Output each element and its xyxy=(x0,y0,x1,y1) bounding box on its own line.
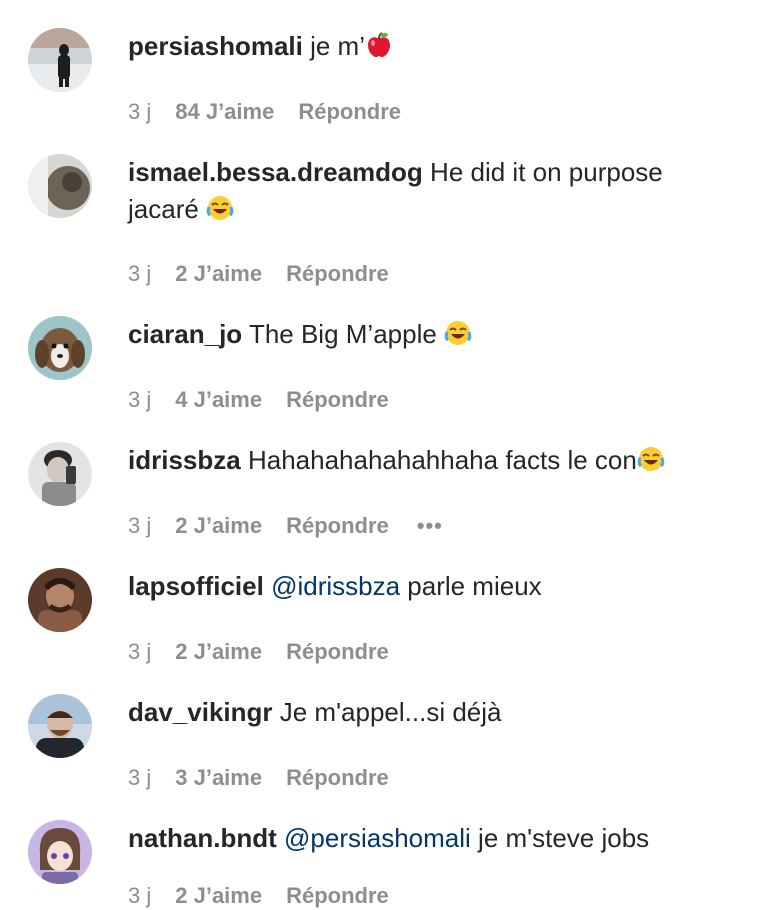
comment-meta: 3 j 84 J’aime Répondre xyxy=(128,98,401,126)
comment-username[interactable]: ismael.bessa.dreamdog xyxy=(128,157,423,187)
comment-meta: 3 j 2 J’aime Répondre xyxy=(128,260,389,288)
comment-username[interactable]: ciaran_jo xyxy=(128,319,242,349)
comment-text: nathan.bndt @persiashomali je m'steve jo… xyxy=(128,820,740,857)
avatar[interactable] xyxy=(28,820,92,884)
comment-text: idrissbza Hahahahahahahhaha facts le con xyxy=(128,442,740,479)
likes-count[interactable]: 2 J’aime xyxy=(175,883,262,909)
likes-count[interactable]: 4 J’aime xyxy=(175,387,262,413)
likes-count[interactable]: 3 J’aime xyxy=(175,765,262,791)
reply-button[interactable]: Répondre xyxy=(286,513,389,539)
comment-body: je m’ xyxy=(310,31,365,61)
joy-emoji-icon xyxy=(637,445,665,473)
comment-username[interactable]: persiashomali xyxy=(128,31,303,61)
likes-count[interactable]: 2 J’aime xyxy=(175,513,262,539)
comment-username[interactable]: lapsofficiel xyxy=(128,571,264,601)
comment-text: dav_vikingr Je m'appel...si déjà xyxy=(128,694,740,731)
comment-time: 3 j xyxy=(128,765,152,790)
comment-username[interactable]: dav_vikingr xyxy=(128,697,273,727)
comment-time: 3 j xyxy=(128,513,152,538)
comment-body: Je m'appel...si déjà xyxy=(279,697,502,727)
comment-body: parle mieux xyxy=(400,571,542,601)
avatar[interactable] xyxy=(28,568,92,632)
comment-meta: 3 j 2 J’aime Répondre xyxy=(128,882,389,910)
comment-time: 3 j xyxy=(128,387,152,412)
reply-button[interactable]: Répondre xyxy=(298,99,401,125)
comment-username[interactable]: idrissbza xyxy=(128,445,241,475)
reply-button[interactable]: Répondre xyxy=(286,261,389,287)
avatar[interactable] xyxy=(28,154,92,218)
comment-text: ciaran_jo The Big M’apple xyxy=(128,316,740,353)
comment-time: 3 j xyxy=(128,99,152,124)
comment-body: The Big M’apple xyxy=(248,319,437,349)
comment-text: lapsofficiel @idrissbza parle mieux xyxy=(128,568,740,605)
joy-emoji-icon xyxy=(206,194,234,222)
comment-username[interactable]: nathan.bndt xyxy=(128,823,277,853)
reply-button[interactable]: Répondre xyxy=(286,883,389,909)
likes-count[interactable]: 2 J’aime xyxy=(175,639,262,665)
comment-meta: 3 j 2 J’aime Répondre xyxy=(128,638,389,666)
reply-button[interactable]: Répondre xyxy=(286,639,389,665)
comment-body: je m'steve jobs xyxy=(470,823,650,853)
comment-meta: 3 j 3 J’aime Répondre xyxy=(128,764,389,792)
avatar[interactable] xyxy=(28,694,92,758)
comment-text: ismael.bessa.dreamdog He did it on purpo… xyxy=(128,154,740,228)
comment-meta: 3 j 4 J’aime Répondre xyxy=(128,386,389,414)
comment-meta: 3 j 2 J’aime Répondre ••• xyxy=(128,512,443,540)
avatar[interactable] xyxy=(28,442,92,506)
reply-button[interactable]: Répondre xyxy=(286,765,389,791)
avatar[interactable] xyxy=(28,316,92,380)
likes-count[interactable]: 84 J’aime xyxy=(175,99,274,125)
joy-emoji-icon xyxy=(444,319,472,347)
more-options-icon[interactable]: ••• xyxy=(417,513,443,539)
comment-time: 3 j xyxy=(128,883,152,908)
comment-body: Hahahahahahahhaha facts le con xyxy=(247,445,637,475)
comment-time: 3 j xyxy=(128,639,152,664)
avatar[interactable] xyxy=(28,28,92,92)
comment-text: persiashomali je m’ xyxy=(128,28,740,65)
mention-link[interactable]: @idrissbza xyxy=(271,571,400,601)
reply-button[interactable]: Répondre xyxy=(286,387,389,413)
mention-link[interactable]: @persiashomali xyxy=(284,823,471,853)
comment-time: 3 j xyxy=(128,261,152,286)
likes-count[interactable]: 2 J’aime xyxy=(175,261,262,287)
apple-emoji-icon xyxy=(365,31,393,59)
